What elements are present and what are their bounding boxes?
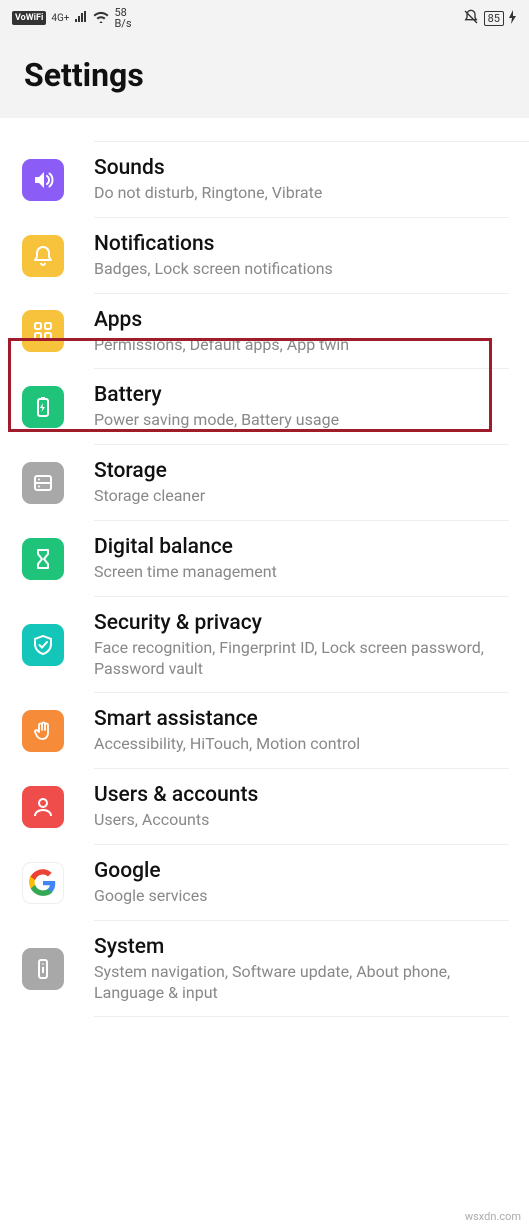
bell-icon xyxy=(22,235,64,277)
item-title: Smart assistance xyxy=(94,707,501,731)
item-subtitle: Face recognition, Fingerprint ID, Lock s… xyxy=(94,638,501,680)
item-text: Notifications Badges, Lock screen notific… xyxy=(94,232,509,280)
item-title: Security & privacy xyxy=(94,611,501,635)
item-title: Sounds xyxy=(94,156,501,180)
item-subtitle: System navigation, Software update, Abou… xyxy=(94,962,501,1004)
settings-item-security[interactable]: Security & privacy Face recognition, Fing… xyxy=(0,597,529,694)
page-header: Settings xyxy=(0,36,529,118)
google-icon xyxy=(22,862,64,904)
item-subtitle: Badges, Lock screen notifications xyxy=(94,259,501,280)
settings-item-google[interactable]: Google Google services xyxy=(0,845,529,921)
item-title: System xyxy=(94,935,501,959)
settings-item-notifications[interactable]: Notifications Badges, Lock screen notific… xyxy=(0,218,529,294)
item-text: Sounds Do not disturb, Ringtone, Vibrate xyxy=(94,156,509,204)
battery-indicator: 85 xyxy=(484,11,504,26)
item-text: Storage Storage cleaner xyxy=(94,459,509,507)
wifi-icon xyxy=(93,11,109,26)
hourglass-icon xyxy=(22,538,64,580)
settings-item-sounds[interactable]: Sounds Do not disturb, Ringtone, Vibrate xyxy=(0,142,529,218)
item-title: Google xyxy=(94,859,501,883)
apps-icon xyxy=(22,310,64,352)
item-subtitle: Screen time management xyxy=(94,562,501,583)
divider xyxy=(94,1016,509,1017)
signal-icon xyxy=(74,11,88,26)
settings-item-system[interactable]: System System navigation, Software update… xyxy=(0,921,529,1018)
item-text: Digital balance Screen time management xyxy=(94,535,509,583)
item-subtitle: Storage cleaner xyxy=(94,486,501,507)
item-subtitle: Do not disturb, Ringtone, Vibrate xyxy=(94,183,501,204)
partial-previous-item xyxy=(94,118,529,142)
item-title: Notifications xyxy=(94,232,501,256)
storage-icon xyxy=(22,462,64,504)
sound-icon xyxy=(22,159,64,201)
status-bar: VoWiFi 4G+ 58B/s 85 xyxy=(0,0,529,36)
item-subtitle: Users, Accounts xyxy=(94,810,501,831)
vowifi-badge: VoWiFi xyxy=(12,11,46,25)
item-text: System System navigation, Software update… xyxy=(94,935,509,1004)
item-title: Apps xyxy=(94,308,501,332)
network-type: 4G+ xyxy=(51,13,69,24)
network-speed: 58B/s xyxy=(114,7,131,29)
settings-item-apps[interactable]: Apps Permissions, Default apps, App twin xyxy=(0,294,529,370)
settings-list[interactable]: Sounds Do not disturb, Ringtone, Vibrate N… xyxy=(0,142,529,1027)
item-text: Apps Permissions, Default apps, App twin xyxy=(94,308,509,356)
item-text: Smart assistance Accessibility, HiTouch, … xyxy=(94,707,509,755)
item-subtitle: Power saving mode, Battery usage xyxy=(94,410,501,431)
item-title: Storage xyxy=(94,459,501,483)
item-subtitle: Accessibility, HiTouch, Motion control xyxy=(94,734,501,755)
watermark: wsxdn.com xyxy=(465,1210,521,1223)
item-text: Users & accounts Users, Accounts xyxy=(94,783,509,831)
item-title: Battery xyxy=(94,383,501,407)
status-right: 85 xyxy=(463,9,517,28)
item-subtitle: Google services xyxy=(94,886,501,907)
page-title: Settings xyxy=(24,56,505,94)
charging-icon xyxy=(509,10,517,27)
mute-icon xyxy=(463,9,479,28)
settings-item-battery[interactable]: Battery Power saving mode, Battery usage xyxy=(0,369,529,445)
settings-item-users[interactable]: Users & accounts Users, Accounts xyxy=(0,769,529,845)
shield-icon xyxy=(22,624,64,666)
item-text: Battery Power saving mode, Battery usage xyxy=(94,383,509,431)
user-icon xyxy=(22,786,64,828)
settings-item-storage[interactable]: Storage Storage cleaner xyxy=(0,445,529,521)
battery-icon xyxy=(22,386,64,428)
item-title: Digital balance xyxy=(94,535,501,559)
system-icon xyxy=(22,948,64,990)
item-subtitle: Permissions, Default apps, App twin xyxy=(94,335,501,356)
settings-item-digital-balance[interactable]: Digital balance Screen time management xyxy=(0,521,529,597)
status-left: VoWiFi 4G+ 58B/s xyxy=(12,7,132,29)
hand-icon xyxy=(22,710,64,752)
settings-item-smart-assistance[interactable]: Smart assistance Accessibility, HiTouch, … xyxy=(0,693,529,769)
item-text: Security & privacy Face recognition, Fing… xyxy=(94,611,509,680)
item-text: Google Google services xyxy=(94,859,509,907)
item-title: Users & accounts xyxy=(94,783,501,807)
